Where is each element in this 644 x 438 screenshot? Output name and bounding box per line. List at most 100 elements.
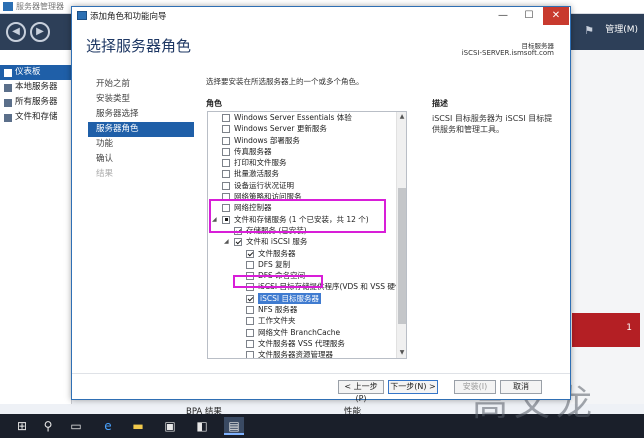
role-checkbox[interactable] — [246, 260, 254, 269]
role-checkbox[interactable] — [246, 249, 254, 258]
role-label: 工作文件夹 — [258, 316, 296, 326]
roles-tree: Windows Server Essentials 体验 Windows Serv… — [207, 111, 407, 359]
role-item[interactable]: 批量激活服务 — [208, 168, 396, 179]
role-checkbox[interactable] — [222, 125, 230, 134]
role-item[interactable]: 网络文件 BranchCache — [208, 327, 396, 338]
role-label: 文件服务器 VSS 代理服务 — [258, 338, 345, 348]
role-item[interactable]: iSCSI 目标服务器 — [208, 292, 396, 305]
role-label: 网络文件 BranchCache — [258, 327, 341, 337]
start-icon[interactable]: ⊞ — [12, 417, 32, 435]
role-item[interactable]: 传真服务器 — [208, 146, 396, 157]
close-icon[interactable]: ✕ — [543, 7, 569, 25]
minimize-icon[interactable]: — — [490, 7, 516, 25]
role-item[interactable]: NFS 服务器 — [208, 304, 396, 315]
server-manager-title: 服务器管理器 — [16, 2, 64, 11]
role-checkbox[interactable] — [222, 181, 230, 190]
page-title: 选择服务器角色 — [86, 37, 192, 55]
sidebar-item[interactable]: 仪表板 — [0, 65, 71, 80]
sidebar-item-icon — [4, 113, 12, 122]
role-item[interactable]: 文件服务器资源管理器 — [208, 349, 396, 359]
role-item[interactable]: Windows Server 更新服务 — [208, 123, 396, 134]
description-header: 描述 — [432, 99, 448, 108]
role-label: 文件和 iSCSI 服务 — [246, 237, 308, 247]
role-item[interactable]: Windows 部署服务 — [208, 135, 396, 146]
role-description: iSCSI 目标服务器为 iSCSI 目标提供服务和管理工具。 — [432, 114, 553, 134]
sidebar-item-label: 仪表板 — [15, 67, 41, 77]
file-explorer-icon[interactable]: ▬ — [128, 417, 148, 435]
role-checkbox[interactable] — [246, 351, 254, 358]
role-item[interactable]: 设备运行状况证明 — [208, 180, 396, 191]
wizard-step[interactable]: 开始之前 — [88, 77, 194, 92]
roles-scrollbar[interactable]: ▲ ▼ — [396, 112, 406, 358]
scroll-up-icon[interactable]: ▲ — [397, 112, 406, 122]
maximize-icon[interactable]: ☐ — [516, 7, 542, 25]
role-checkbox[interactable] — [246, 339, 254, 348]
wizard-step[interactable]: 服务器选择 — [88, 107, 194, 122]
role-label: 设备运行状况证明 — [234, 180, 294, 190]
alert-count: 1 — [626, 323, 632, 333]
role-label: Windows Server 更新服务 — [234, 124, 327, 134]
role-item[interactable]: ◢ 文件和 iSCSI 服务 — [208, 236, 396, 247]
search-icon[interactable]: ⚲ — [38, 417, 58, 435]
cancel-button[interactable]: 取消 — [500, 380, 542, 394]
forward-icon[interactable]: ▶ — [30, 22, 50, 42]
destination-server-name: iSCSI-SERVER.ismsoft.com — [461, 49, 554, 57]
server-manager-taskbar-icon[interactable]: ▤ — [224, 417, 244, 435]
role-checkbox[interactable] — [222, 136, 230, 145]
wizard-step[interactable]: 确认 — [88, 152, 194, 167]
next-button[interactable]: 下一步(N) > — [388, 380, 438, 394]
task-view-icon[interactable]: ▭ — [66, 417, 86, 435]
internet-explorer-icon[interactable]: e — [98, 417, 118, 435]
role-item[interactable]: DFS 复制 — [208, 259, 396, 270]
role-item[interactable]: 打印和文件服务 — [208, 157, 396, 168]
back-icon[interactable]: ◀ — [6, 22, 26, 42]
wizard-step[interactable]: 功能 — [88, 137, 194, 152]
sidebar-item[interactable]: 所有服务器 — [0, 95, 71, 110]
role-label: DFS 复制 — [258, 259, 291, 269]
sidebar-item-label: 本地服务器 — [15, 82, 58, 92]
install-button[interactable]: 安装(I) — [454, 380, 496, 394]
role-checkbox[interactable] — [246, 294, 254, 303]
role-label: 文件服务器 — [258, 248, 296, 258]
annotation-box-iscsi-target — [233, 275, 323, 288]
server-manager-icon — [3, 2, 13, 11]
scrollbar-thumb[interactable] — [398, 188, 406, 324]
role-label: iSCSI 目标服务器 — [258, 292, 321, 305]
role-checkbox[interactable] — [246, 328, 254, 337]
scroll-down-icon[interactable]: ▼ — [397, 348, 406, 358]
role-checkbox[interactable] — [222, 114, 230, 122]
footer-divider — [72, 373, 570, 374]
role-item[interactable]: 文件服务器 VSS 代理服务 — [208, 338, 396, 349]
role-item[interactable]: 工作文件夹 — [208, 315, 396, 326]
wizard-steps: 开始之前 安装类型 服务器选择 服务器角色 功能 确认 结果 — [88, 77, 194, 182]
previous-button[interactable]: < 上一步(P) — [338, 380, 384, 403]
manage-menu[interactable]: 管理(M) — [605, 22, 638, 35]
role-item[interactable]: Windows Server Essentials 体验 — [208, 112, 396, 123]
sidebar-item[interactable]: 本地服务器 — [0, 80, 71, 95]
role-label: Windows Server Essentials 体验 — [234, 113, 352, 122]
wizard-icon — [77, 11, 87, 20]
role-label: 文件服务器资源管理器 — [258, 350, 333, 359]
role-checkbox[interactable] — [246, 317, 254, 326]
wizard-step[interactable]: 安装类型 — [88, 92, 194, 107]
role-checkbox[interactable] — [222, 159, 230, 168]
notifications-flag-icon[interactable]: ⚑ — [584, 24, 594, 37]
role-item[interactable]: 文件服务器 — [208, 248, 396, 259]
roles-header: 角色 — [206, 99, 222, 108]
command-prompt-icon[interactable]: ▣ — [160, 417, 180, 435]
sidebar-item[interactable]: 文件和存储 — [0, 110, 71, 125]
expand-arrow-icon[interactable]: ◢ — [224, 236, 229, 247]
server-manager-sidebar: 仪表板本地服务器所有服务器 文件和存储 — [0, 50, 72, 404]
server-tools-icon[interactable]: ◧ — [192, 417, 212, 435]
sidebar-item-icon — [4, 83, 12, 92]
role-checkbox[interactable] — [246, 306, 254, 315]
role-checkbox[interactable] — [222, 147, 230, 156]
alert-tile[interactable]: 1 — [572, 313, 640, 347]
role-checkbox[interactable] — [222, 170, 230, 179]
dashboard-panel — [568, 50, 644, 404]
wizard-step[interactable]: 服务器角色 — [88, 122, 194, 137]
wizard-title: 添加角色和功能向导 — [90, 12, 167, 22]
role-checkbox[interactable] — [234, 238, 242, 247]
sidebar-item-icon — [4, 68, 12, 77]
role-label: NFS 服务器 — [258, 305, 298, 315]
